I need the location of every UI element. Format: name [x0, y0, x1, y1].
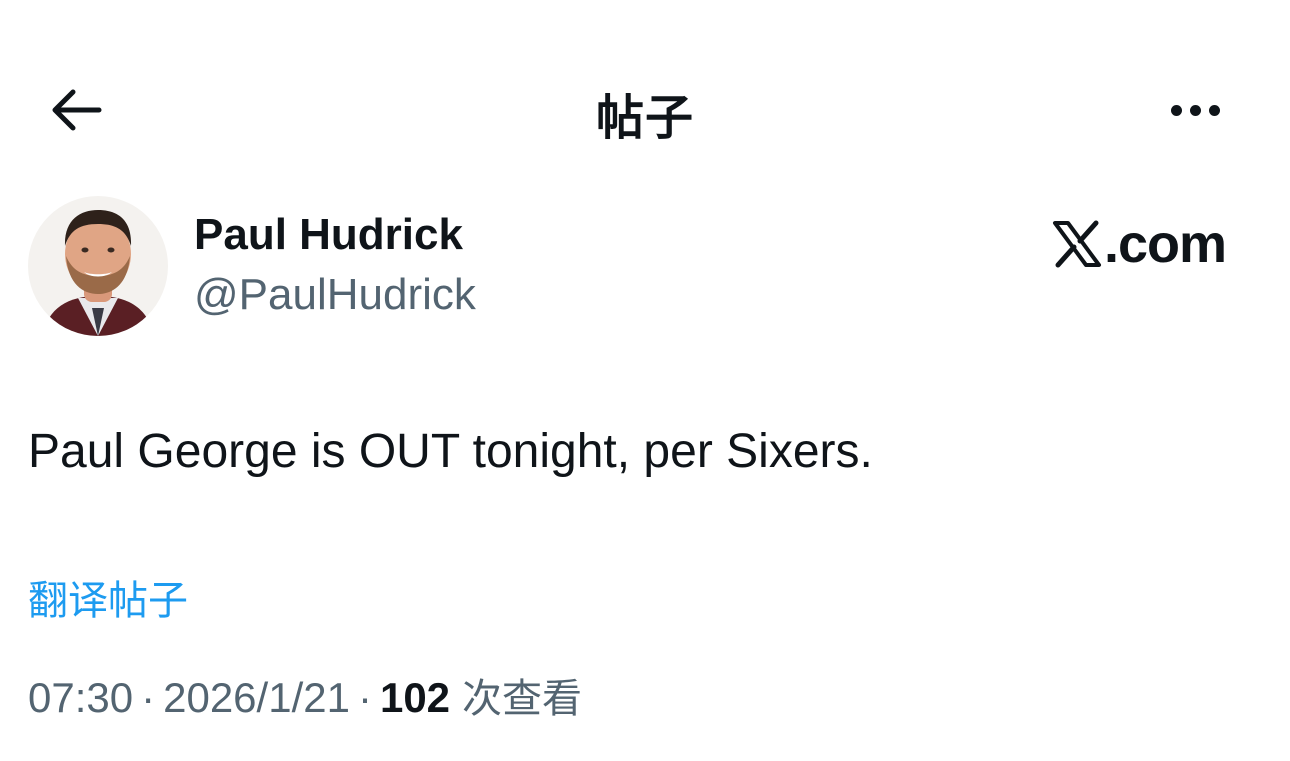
- author-handle[interactable]: @PaulHudrick: [194, 270, 476, 320]
- more-options-button[interactable]: [1150, 70, 1240, 150]
- views-label[interactable]: 次查看: [462, 666, 582, 724]
- top-nav-bar: 帖子: [0, 60, 1290, 160]
- more-dot: [1208, 104, 1220, 116]
- translate-post-link[interactable]: 翻译帖子: [28, 568, 188, 626]
- meta-separator: ·: [141, 674, 156, 721]
- x-com-watermark: .com: [1052, 214, 1227, 274]
- views-count[interactable]: 102: [380, 674, 450, 722]
- tweet-text: Paul George is OUT tonight, per Sixers.: [28, 425, 873, 478]
- more-dot: [1189, 104, 1201, 116]
- author-avatar[interactable]: [28, 196, 168, 336]
- page-title: 帖子: [595, 90, 694, 146]
- more-horizontal-icon: [1170, 104, 1182, 116]
- meta-separator: ·: [357, 674, 372, 721]
- profile-photo: [28, 196, 168, 336]
- author-display-name[interactable]: Paul Hudrick: [194, 210, 463, 260]
- x-logo-icon: [1053, 220, 1101, 268]
- tweet-date[interactable]: 2026/1/21: [163, 674, 350, 722]
- tweet-time[interactable]: 07:30: [28, 674, 133, 722]
- watermark-text: .com: [1104, 214, 1227, 274]
- tweet-metadata: 07:30 · 2026/1/21 · 102 次查看: [28, 666, 582, 724]
